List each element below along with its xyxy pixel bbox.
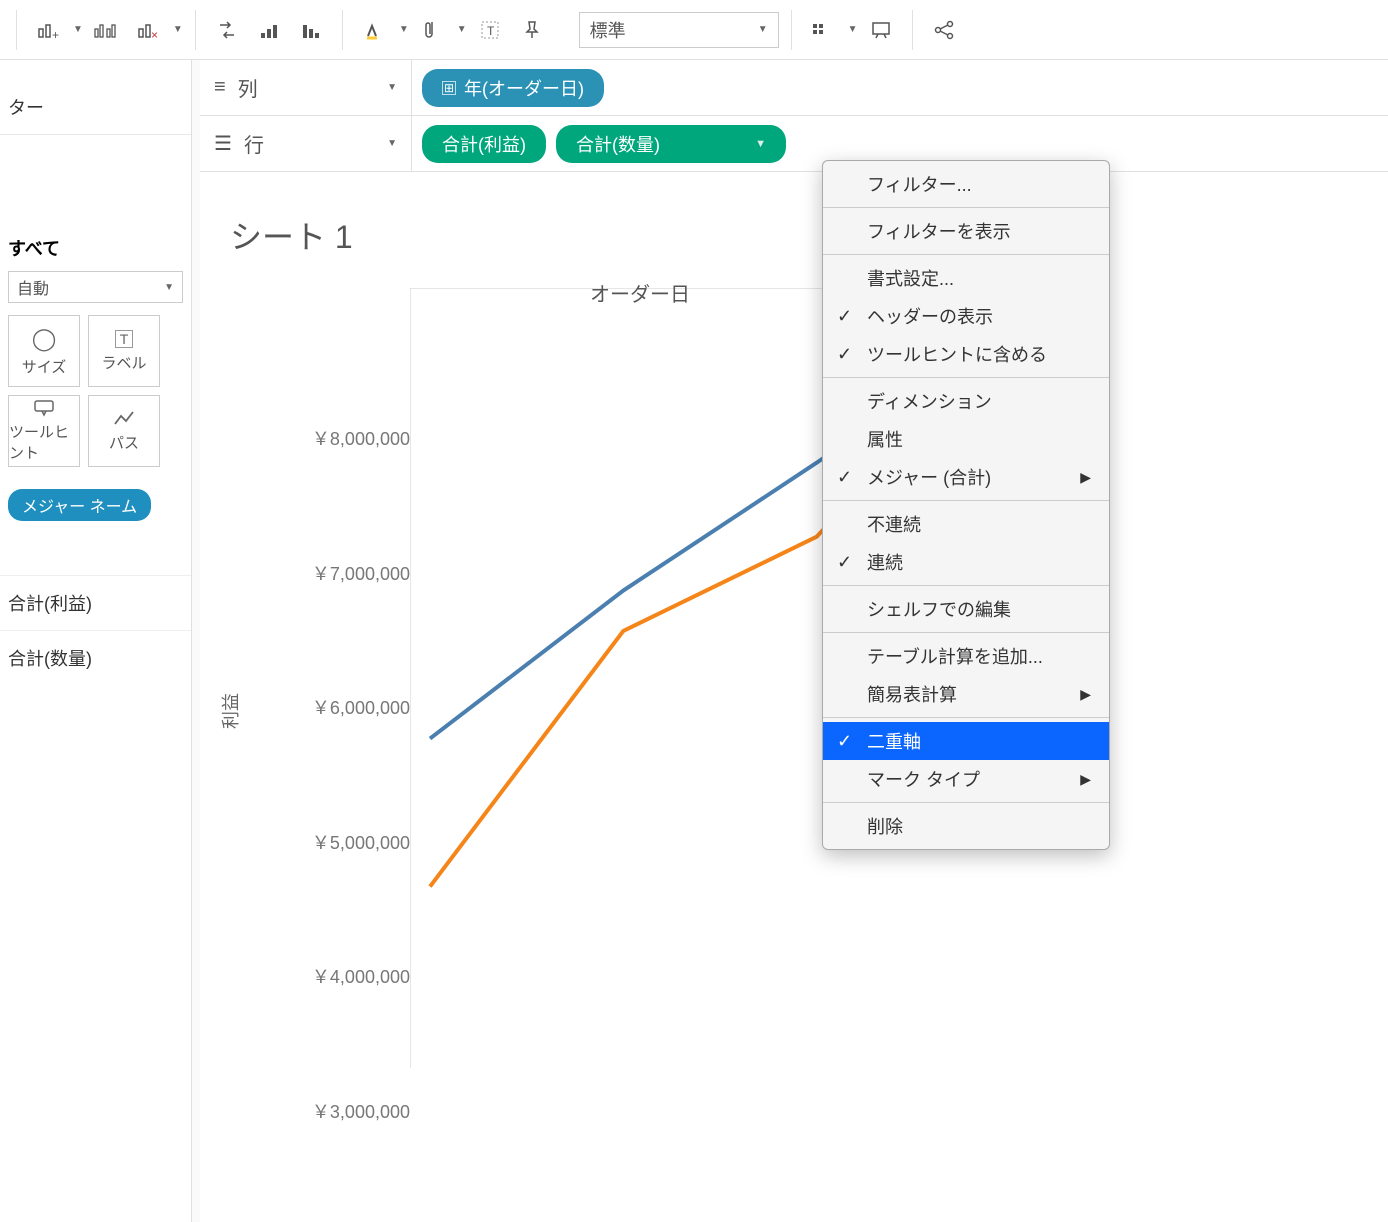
y-tick: ￥6,000,000 — [312, 694, 410, 720]
chart-x-title: オーダー日 — [590, 278, 690, 307]
chevron-down-icon: ▼ — [755, 138, 766, 150]
menu-quick-table-calc[interactable]: 簡易表計算▶ — [823, 675, 1109, 713]
y-tick: ￥8,000,000 — [312, 425, 410, 451]
share-icon[interactable] — [925, 11, 963, 49]
columns-icon: ≡ — [214, 76, 226, 99]
submenu-arrow-icon: ▶ — [1080, 469, 1091, 486]
menu-attribute[interactable]: 属性 — [823, 420, 1109, 458]
marks-all-label: すべて — [8, 235, 183, 261]
sheet-area: シート 1 オーダー日 利益 数量 ￥8,000,000￥7,000,000￥6… — [200, 172, 1388, 1222]
label-card[interactable]: Tラベル — [88, 315, 160, 387]
check-icon: ✓ — [837, 467, 852, 488]
menu-remove[interactable]: 削除 — [823, 807, 1109, 845]
filter-header: ター — [0, 80, 191, 135]
highlight-icon[interactable] — [355, 11, 393, 49]
svg-text:+: + — [52, 28, 59, 41]
plus-icon: ⊞ — [442, 81, 456, 95]
menu-add-table-calc[interactable]: テーブル計算を追加... — [823, 637, 1109, 675]
rows-icon: ☰ — [214, 131, 232, 156]
path-icon — [113, 410, 135, 428]
y-tick: ￥4,000,000 — [312, 963, 410, 989]
menu-show-filter[interactable]: フィルターを表示 — [823, 212, 1109, 250]
column-pill-year[interactable]: ⊞年(オーダー日) — [422, 69, 604, 107]
menu-format[interactable]: 書式設定... — [823, 259, 1109, 297]
sum-quantity-row[interactable]: 合計(数量) — [0, 630, 191, 685]
y-tick: ￥5,000,000 — [312, 829, 410, 855]
context-menu: フィルター... フィルターを表示 書式設定... ✓ヘッダーの表示 ✓ツールヒ… — [822, 160, 1110, 850]
sort-desc-icon[interactable] — [292, 11, 330, 49]
menu-measure-sum[interactable]: ✓メジャー (合計)▶ — [823, 458, 1109, 496]
sort-asc-icon[interactable] — [250, 11, 288, 49]
y-tick: ￥7,000,000 — [312, 560, 410, 586]
path-card[interactable]: パス — [88, 395, 160, 467]
row-pill-profit[interactable]: 合計(利益) — [422, 125, 546, 163]
left-panel: ター すべて 自動▼ ◯サイズ Tラベル ツールヒント パス メジャー ネーム … — [0, 60, 192, 1222]
mark-type-select[interactable]: 自動▼ — [8, 271, 183, 303]
chart-swap-icon[interactable] — [87, 11, 125, 49]
check-icon: ✓ — [837, 552, 852, 573]
menu-show-header[interactable]: ✓ヘッダーの表示 — [823, 297, 1109, 335]
label-icon: T — [115, 330, 134, 348]
check-icon: ✓ — [837, 344, 852, 365]
sum-profit-row[interactable]: 合計(利益) — [0, 575, 191, 630]
chart-y-label: 利益 — [217, 693, 243, 729]
row-pill-quantity[interactable]: 合計(数量)▼ — [556, 125, 786, 163]
swap-icon[interactable] — [208, 11, 246, 49]
show-me-icon[interactable] — [804, 11, 842, 49]
rows-shelf[interactable]: ☰行▼ 合計(利益) 合計(数量)▼ — [200, 116, 1388, 172]
menu-discrete[interactable]: 不連続 — [823, 505, 1109, 543]
fit-select[interactable]: 標準▼ — [579, 12, 779, 48]
svg-text:T: T — [487, 24, 495, 38]
shelves: ≡列▼ ⊞年(オーダー日) ☰行▼ 合計(利益) 合計(数量)▼ — [200, 60, 1388, 172]
menu-mark-type[interactable]: マーク タイプ▶ — [823, 760, 1109, 798]
y-tick: ￥3,000,000 — [312, 1098, 410, 1124]
measure-names-pill[interactable]: メジャー ネーム — [8, 489, 151, 521]
submenu-arrow-icon: ▶ — [1080, 686, 1091, 703]
pin-icon[interactable] — [513, 11, 551, 49]
menu-filter[interactable]: フィルター... — [823, 165, 1109, 203]
submenu-arrow-icon: ▶ — [1080, 771, 1091, 788]
sheet-title[interactable]: シート 1 — [230, 212, 1358, 258]
attach-icon[interactable] — [413, 11, 451, 49]
size-icon: ◯ — [32, 326, 57, 352]
menu-include-tooltip[interactable]: ✓ツールヒントに含める — [823, 335, 1109, 373]
size-card[interactable]: ◯サイズ — [8, 315, 80, 387]
tooltip-card[interactable]: ツールヒント — [8, 395, 80, 467]
presentation-icon[interactable] — [862, 11, 900, 49]
chart-add-icon[interactable]: + — [29, 11, 67, 49]
toolbar: +▼ ×▼ ▼ ▼ T 標準▼ ▼ — [0, 0, 1388, 60]
menu-continuous[interactable]: ✓連続 — [823, 543, 1109, 581]
check-icon: ✓ — [837, 306, 852, 327]
menu-edit-shelf[interactable]: シェルフでの編集 — [823, 590, 1109, 628]
check-icon: ✓ — [837, 731, 852, 752]
menu-dimension[interactable]: ディメンション — [823, 382, 1109, 420]
chart-remove-icon[interactable]: × — [129, 11, 167, 49]
tooltip-icon — [33, 399, 55, 417]
text-box-icon[interactable]: T — [471, 11, 509, 49]
menu-dual-axis[interactable]: ✓二重軸 — [823, 722, 1109, 760]
svg-text:×: × — [151, 28, 158, 41]
columns-shelf[interactable]: ≡列▼ ⊞年(オーダー日) — [200, 60, 1388, 116]
